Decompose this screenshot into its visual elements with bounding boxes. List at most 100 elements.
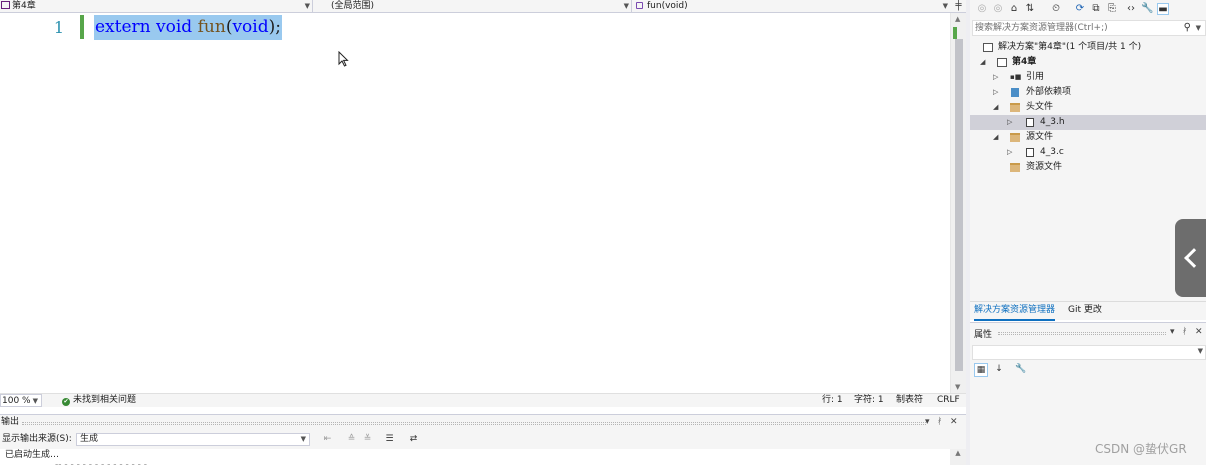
code-line-selected[interactable]: extern void fun(void); [94, 15, 282, 40]
wrench-icon[interactable]: 🔧 [1141, 3, 1153, 15]
chevron-down-icon: ▼ [304, 2, 310, 10]
expanded-arrow-icon[interactable]: ◢ [993, 130, 998, 144]
pin-icon[interactable]: ᚯ [937, 416, 942, 429]
zoom-dropdown[interactable]: 100 % ▼ [0, 394, 42, 407]
project-dropdown-label: 第4章 [12, 1, 36, 11]
output-line-partial: -- - - - - - - - - - - - - - - [55, 461, 950, 465]
output-text-area[interactable]: 已启动生成… -- - - - - - - - - - - - - - - [0, 449, 950, 465]
search-icon[interactable]: ⚲ [1184, 21, 1191, 35]
panel-grip[interactable] [998, 332, 1166, 335]
project-icon [997, 58, 1007, 67]
tree-item-header-file[interactable]: ▷ 4_3.h [970, 115, 1206, 130]
find-message-icon[interactable]: ⇤ [322, 434, 333, 445]
pending-changes-icon[interactable]: ⏲ [1050, 3, 1062, 15]
solution-icon [983, 43, 993, 52]
output-panel: 输出 ▾ ᚯ ✕ 显示输出来源(S): 生成 ▼ ⇤ ≙ ≚ ☰ ⇄ 已启动生成… [0, 414, 966, 465]
chevron-down-icon[interactable]: ▼ [1196, 21, 1201, 35]
char-indicator[interactable]: 字符: 1 [854, 394, 884, 407]
references-icon [1010, 73, 1021, 82]
line-number: 1 [53, 18, 64, 37]
solution-search-placeholder: 搜索解决方案资源管理器(Ctrl+;) [975, 23, 1108, 33]
solution-search-input[interactable]: 搜索解决方案资源管理器(Ctrl+;) ⚲ ▼ [972, 20, 1206, 36]
paren-close-semicolon: ); [268, 17, 281, 37]
tree-item-header-files[interactable]: ◢ 头文件 [970, 100, 1206, 115]
indent-indicator[interactable]: 制表符 [896, 394, 923, 407]
properties-title: 属性 [974, 330, 993, 340]
zoom-level: 100 % [2, 396, 31, 406]
tree-item-source-file[interactable]: ▷ 4_3.c [970, 145, 1206, 160]
chevron-down-icon: ▼ [942, 2, 948, 10]
forward-icon[interactable]: ◎ [992, 3, 1004, 15]
scrollbar-thumb[interactable] [955, 39, 963, 371]
chevron-down-icon: ▼ [32, 397, 38, 405]
scope-dropdown[interactable]: (全局范围) ▼ [313, 0, 631, 13]
tree-item-solution[interactable]: 解决方案"第4章"(1 个项目/共 1 个) [970, 40, 1206, 55]
navigation-bar: 第4章 ▼ (全局范围) ▼ fun(void) ▼ ╪ [0, 0, 966, 13]
mouse-cursor-icon [338, 51, 349, 67]
alphabetical-icon[interactable]: ↓ [992, 363, 1006, 377]
tree-item-external-deps[interactable]: ▷ 外部依赖项 [970, 85, 1206, 100]
member-dropdown[interactable]: fun(void) ▼ [632, 0, 950, 13]
preview-selected-icon[interactable]: ▬ [1157, 3, 1169, 15]
sync-icon[interactable]: ⟳ [1074, 3, 1086, 15]
output-source-value: 生成 [80, 434, 99, 444]
clear-all-icon[interactable]: ☰ [384, 434, 395, 445]
expanded-arrow-icon[interactable]: ◢ [980, 55, 985, 69]
collapse-all-icon[interactable]: ⧉ [1090, 3, 1102, 15]
code-editor[interactable]: 1 extern void fun(void); [0, 14, 950, 392]
collapsed-arrow-icon[interactable]: ▷ [1007, 115, 1012, 129]
tree-item-project[interactable]: ◢ 第4章 [970, 55, 1206, 70]
close-icon[interactable]: ✕ [950, 416, 958, 429]
tree-item-label: 源文件 [1026, 132, 1054, 142]
tab-git-changes[interactable]: Git 更改 [1068, 302, 1102, 319]
word-wrap-icon[interactable]: ⇄ [408, 434, 419, 445]
collapsed-arrow-icon[interactable]: ▷ [993, 85, 998, 99]
back-icon[interactable]: ◎ [976, 3, 988, 15]
panel-menu-icon[interactable]: ▾ [925, 416, 930, 429]
function-icon [636, 2, 643, 9]
chevron-down-icon: ▼ [623, 2, 629, 10]
tree-item-references[interactable]: ▷ 引用 [970, 70, 1206, 85]
output-toolbar: 显示输出来源(S): 生成 ▼ ⇤ ≙ ≚ ☰ ⇄ [0, 432, 966, 448]
collapsed-arrow-icon[interactable]: ▷ [993, 70, 998, 84]
project-dropdown[interactable]: 第4章 ▼ [0, 0, 312, 13]
scroll-up-icon[interactable]: ▲ [955, 15, 960, 23]
home-icon[interactable]: ⌂ [1008, 3, 1020, 15]
header-file-icon [1026, 118, 1034, 127]
output-scrollbar[interactable]: ▲ [950, 449, 966, 465]
view-code-icon[interactable]: ‹› [1125, 3, 1137, 15]
solution-tree: 解决方案"第4章"(1 个项目/共 1 个) ◢ 第4章 ▷ 引用 ▷ 外部依赖… [970, 40, 1206, 175]
collapsed-arrow-icon[interactable]: ▷ [1007, 145, 1012, 159]
switch-views-icon[interactable]: ⇅ [1024, 3, 1036, 15]
pin-icon[interactable]: ᚯ [1182, 327, 1187, 337]
prev-message-icon[interactable]: ≙ [346, 434, 357, 445]
output-source-dropdown[interactable]: 生成 ▼ [76, 433, 310, 446]
properties-object-dropdown[interactable]: ▼ [972, 345, 1206, 360]
tab-solution-explorer[interactable]: 解决方案资源管理器 [974, 302, 1056, 321]
folder-icon [1010, 163, 1020, 172]
next-message-icon[interactable]: ≚ [362, 434, 373, 445]
line-indicator[interactable]: 行: 1 [822, 394, 843, 407]
split-window-icon[interactable]: ╪ [951, 0, 966, 13]
categorized-icon[interactable]: ▦ [974, 363, 988, 377]
panel-menu-icon[interactable]: ▾ [1170, 327, 1175, 337]
folder-icon [1010, 133, 1020, 142]
show-all-files-icon[interactable]: ⎘ [1106, 3, 1118, 15]
eol-indicator[interactable]: CRLF [937, 394, 960, 407]
panel-grip[interactable] [22, 422, 926, 425]
issues-indicator[interactable]: ✔ 未找到相关问题 [62, 394, 136, 407]
chevron-down-icon: ▼ [300, 435, 306, 443]
side-panel-toggle[interactable] [1175, 219, 1206, 297]
folder-icon [1010, 103, 1020, 112]
issues-text: 未找到相关问题 [73, 395, 137, 405]
tree-item-source-files[interactable]: ◢ 源文件 [970, 130, 1206, 145]
change-marker [953, 27, 957, 39]
editor-vertical-scrollbar[interactable]: ▲ ▼ [950, 13, 966, 393]
close-icon[interactable]: ✕ [1195, 327, 1203, 337]
check-circle-icon: ✔ [62, 398, 70, 406]
scroll-down-icon[interactable]: ▼ [955, 383, 960, 391]
tree-item-label: 解决方案"第4章"(1 个项目/共 1 个) [998, 42, 1142, 52]
tree-item-resource-files[interactable]: 资源文件 [970, 160, 1206, 175]
expanded-arrow-icon[interactable]: ◢ [993, 100, 998, 114]
property-pages-icon[interactable]: 🔧 [1014, 363, 1028, 377]
